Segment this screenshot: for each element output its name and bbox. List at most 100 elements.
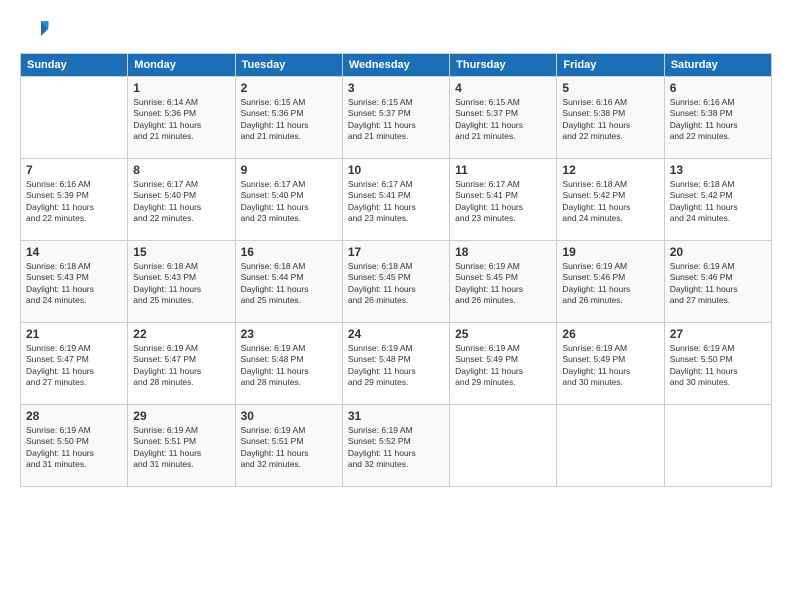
logo — [20, 15, 54, 45]
day-number: 11 — [455, 163, 551, 177]
weekday-header: Monday — [128, 54, 235, 77]
day-number: 15 — [133, 245, 229, 259]
weekday-header: Sunday — [21, 54, 128, 77]
weekday-header: Friday — [557, 54, 664, 77]
day-number: 2 — [241, 81, 337, 95]
calendar-cell: 12 Sunrise: 6:18 AM Sunset: 5:42 PM Dayli… — [557, 159, 664, 241]
day-number: 12 — [562, 163, 658, 177]
day-number: 17 — [348, 245, 444, 259]
calendar-cell: 7Sunrise: 6:16 AM Sunset: 5:39 PM Daylig… — [21, 159, 128, 241]
calendar-cell: 24 Sunrise: 6:19 AM Sunset: 5:48 PM Dayli… — [342, 323, 449, 405]
day-info: Sunrise: 6:19 AM Sunset: 5:52 PM Dayligh… — [348, 425, 444, 471]
calendar-week-row: 21 Sunrise: 6:19 AM Sunset: 5:47 PM Dayli… — [21, 323, 772, 405]
day-info: Sunrise: 6:18 AM Sunset: 5:43 PM Dayligh… — [133, 261, 229, 307]
weekday-header-row: SundayMondayTuesdayWednesdayThursdayFrid… — [21, 54, 772, 77]
calendar-cell: 28 Sunrise: 6:19 AM Sunset: 5:50 PM Dayli… — [21, 405, 128, 487]
day-info: Sunrise: 6:19 AM Sunset: 5:46 PM Dayligh… — [562, 261, 658, 307]
day-number: 14 — [26, 245, 122, 259]
weekday-header: Thursday — [450, 54, 557, 77]
day-number: 29 — [133, 409, 229, 423]
day-number: 22 — [133, 327, 229, 341]
calendar-cell — [450, 405, 557, 487]
calendar-cell: 4Sunrise: 6:15 AM Sunset: 5:37 PM Daylig… — [450, 77, 557, 159]
day-info: Sunrise: 6:17 AM Sunset: 5:41 PM Dayligh… — [455, 179, 551, 225]
day-number: 27 — [670, 327, 766, 341]
day-number: 20 — [670, 245, 766, 259]
page: SundayMondayTuesdayWednesdayThursdayFrid… — [0, 0, 792, 612]
day-number: 16 — [241, 245, 337, 259]
day-info: Sunrise: 6:19 AM Sunset: 5:51 PM Dayligh… — [133, 425, 229, 471]
calendar-cell: 27 Sunrise: 6:19 AM Sunset: 5:50 PM Dayli… — [664, 323, 771, 405]
calendar-cell: 30 Sunrise: 6:19 AM Sunset: 5:51 PM Dayli… — [235, 405, 342, 487]
day-info: Sunrise: 6:16 AM Sunset: 5:38 PM Dayligh… — [562, 97, 658, 143]
day-number: 6 — [670, 81, 766, 95]
day-info: Sunrise: 6:19 AM Sunset: 5:47 PM Dayligh… — [26, 343, 122, 389]
day-number: 25 — [455, 327, 551, 341]
day-number: 19 — [562, 245, 658, 259]
day-info: Sunrise: 6:19 AM Sunset: 5:48 PM Dayligh… — [348, 343, 444, 389]
day-number: 28 — [26, 409, 122, 423]
day-number: 24 — [348, 327, 444, 341]
calendar-cell: 2 Sunrise: 6:15 AM Sunset: 5:36 PM Daylig… — [235, 77, 342, 159]
calendar-cell: 25 Sunrise: 6:19 AM Sunset: 5:49 PM Dayli… — [450, 323, 557, 405]
day-info: Sunrise: 6:19 AM Sunset: 5:46 PM Dayligh… — [670, 261, 766, 307]
day-info: Sunrise: 6:17 AM Sunset: 5:41 PM Dayligh… — [348, 179, 444, 225]
day-info: Sunrise: 6:14 AM Sunset: 5:36 PM Dayligh… — [133, 97, 229, 143]
logo-icon — [20, 15, 50, 45]
calendar-cell: 1 Sunrise: 6:14 AM Sunset: 5:36 PM Daylig… — [128, 77, 235, 159]
day-number: 31 — [348, 409, 444, 423]
day-info: Sunrise: 6:15 AM Sunset: 5:36 PM Dayligh… — [241, 97, 337, 143]
calendar-cell: 18Sunrise: 6:19 AM Sunset: 5:45 PM Dayli… — [450, 241, 557, 323]
day-number: 3 — [348, 81, 444, 95]
day-number: 21 — [26, 327, 122, 341]
calendar-cell: 21 Sunrise: 6:19 AM Sunset: 5:47 PM Dayli… — [21, 323, 128, 405]
calendar-cell: 26 Sunrise: 6:19 AM Sunset: 5:49 PM Dayli… — [557, 323, 664, 405]
day-number: 8 — [133, 163, 229, 177]
day-info: Sunrise: 6:17 AM Sunset: 5:40 PM Dayligh… — [241, 179, 337, 225]
day-info: Sunrise: 6:18 AM Sunset: 5:42 PM Dayligh… — [670, 179, 766, 225]
header — [20, 15, 772, 45]
calendar-cell: 11 Sunrise: 6:17 AM Sunset: 5:41 PM Dayli… — [450, 159, 557, 241]
calendar-cell: 6 Sunrise: 6:16 AM Sunset: 5:38 PM Daylig… — [664, 77, 771, 159]
calendar-week-row: 1 Sunrise: 6:14 AM Sunset: 5:36 PM Daylig… — [21, 77, 772, 159]
calendar-cell: 5 Sunrise: 6:16 AM Sunset: 5:38 PM Daylig… — [557, 77, 664, 159]
day-info: Sunrise: 6:19 AM Sunset: 5:51 PM Dayligh… — [241, 425, 337, 471]
day-info: Sunrise: 6:19 AM Sunset: 5:50 PM Dayligh… — [26, 425, 122, 471]
calendar-table: SundayMondayTuesdayWednesdayThursdayFrid… — [20, 53, 772, 487]
day-info: Sunrise: 6:15 AM Sunset: 5:37 PM Dayligh… — [455, 97, 551, 143]
day-info: Sunrise: 6:19 AM Sunset: 5:50 PM Dayligh… — [670, 343, 766, 389]
day-info: Sunrise: 6:18 AM Sunset: 5:43 PM Dayligh… — [26, 261, 122, 307]
calendar-cell: 23Sunrise: 6:19 AM Sunset: 5:48 PM Dayli… — [235, 323, 342, 405]
calendar-cell: 19 Sunrise: 6:19 AM Sunset: 5:46 PM Dayli… — [557, 241, 664, 323]
calendar-cell: 17 Sunrise: 6:18 AM Sunset: 5:45 PM Dayli… — [342, 241, 449, 323]
day-number: 1 — [133, 81, 229, 95]
day-info: Sunrise: 6:19 AM Sunset: 5:47 PM Dayligh… — [133, 343, 229, 389]
calendar-cell — [664, 405, 771, 487]
calendar-cell: 8Sunrise: 6:17 AM Sunset: 5:40 PM Daylig… — [128, 159, 235, 241]
day-info: Sunrise: 6:19 AM Sunset: 5:45 PM Dayligh… — [455, 261, 551, 307]
day-info: Sunrise: 6:19 AM Sunset: 5:49 PM Dayligh… — [562, 343, 658, 389]
calendar-cell: 29 Sunrise: 6:19 AM Sunset: 5:51 PM Dayli… — [128, 405, 235, 487]
day-info: Sunrise: 6:18 AM Sunset: 5:45 PM Dayligh… — [348, 261, 444, 307]
day-number: 5 — [562, 81, 658, 95]
day-number: 30 — [241, 409, 337, 423]
calendar-cell — [21, 77, 128, 159]
calendar-cell: 3 Sunrise: 6:15 AM Sunset: 5:37 PM Daylig… — [342, 77, 449, 159]
calendar-cell — [557, 405, 664, 487]
day-info: Sunrise: 6:15 AM Sunset: 5:37 PM Dayligh… — [348, 97, 444, 143]
weekday-header: Wednesday — [342, 54, 449, 77]
calendar-cell: 9 Sunrise: 6:17 AM Sunset: 5:40 PM Daylig… — [235, 159, 342, 241]
day-number: 26 — [562, 327, 658, 341]
day-number: 13 — [670, 163, 766, 177]
day-info: Sunrise: 6:18 AM Sunset: 5:44 PM Dayligh… — [241, 261, 337, 307]
calendar-week-row: 28 Sunrise: 6:19 AM Sunset: 5:50 PM Dayli… — [21, 405, 772, 487]
day-number: 9 — [241, 163, 337, 177]
day-info: Sunrise: 6:18 AM Sunset: 5:42 PM Dayligh… — [562, 179, 658, 225]
day-info: Sunrise: 6:19 AM Sunset: 5:49 PM Dayligh… — [455, 343, 551, 389]
calendar-cell: 14 Sunrise: 6:18 AM Sunset: 5:43 PM Dayli… — [21, 241, 128, 323]
day-info: Sunrise: 6:16 AM Sunset: 5:38 PM Dayligh… — [670, 97, 766, 143]
weekday-header: Tuesday — [235, 54, 342, 77]
day-info: Sunrise: 6:19 AM Sunset: 5:48 PM Dayligh… — [241, 343, 337, 389]
day-number: 7 — [26, 163, 122, 177]
calendar-cell: 10Sunrise: 6:17 AM Sunset: 5:41 PM Dayli… — [342, 159, 449, 241]
